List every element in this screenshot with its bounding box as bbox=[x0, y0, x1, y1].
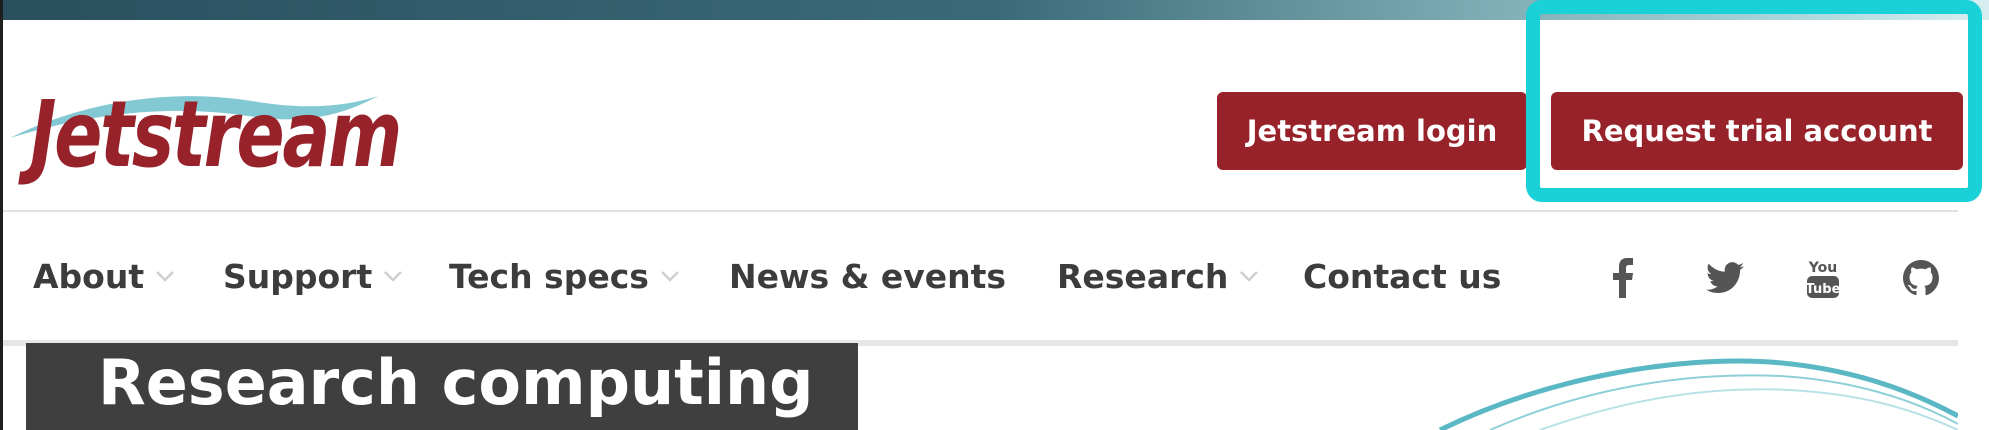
github-link[interactable] bbox=[1899, 256, 1943, 300]
svg-text:Tube: Tube bbox=[1806, 282, 1841, 297]
facebook-link[interactable] bbox=[1601, 256, 1645, 300]
hero-wave-graphic bbox=[1438, 358, 1958, 430]
svg-text:You: You bbox=[1808, 260, 1837, 276]
chevron-down-icon bbox=[1240, 271, 1259, 282]
nav-item-label: Tech specs bbox=[449, 256, 649, 296]
nav-item-label: Support bbox=[223, 256, 373, 296]
nav-item-support[interactable]: Support bbox=[223, 256, 404, 296]
nav-item-research[interactable]: Research bbox=[1057, 256, 1260, 296]
twitter-link[interactable] bbox=[1703, 256, 1747, 300]
nav-item-about[interactable]: About bbox=[33, 256, 176, 296]
facebook-icon bbox=[1613, 258, 1633, 298]
main-nav: About Support Tech specs News & events R… bbox=[3, 212, 1958, 346]
request-trial-account-button[interactable]: Request trial account bbox=[1551, 92, 1963, 170]
youtube-icon: You Tube bbox=[1806, 260, 1841, 298]
github-icon bbox=[1903, 260, 1939, 296]
nav-item-label: About bbox=[33, 256, 145, 296]
nav-item-contact-us[interactable]: Contact us bbox=[1303, 256, 1501, 296]
nav-item-label: Research bbox=[1057, 256, 1229, 296]
hero-title: Research computing bbox=[98, 346, 814, 419]
chevron-down-icon bbox=[156, 271, 174, 282]
nav-item-label: Contact us bbox=[1303, 256, 1502, 296]
twitter-icon bbox=[1706, 262, 1744, 294]
chevron-down-icon bbox=[384, 271, 403, 282]
nav-item-news-events[interactable]: News & events bbox=[729, 256, 1006, 296]
nav-item-label: News & events bbox=[729, 256, 1007, 296]
youtube-link[interactable]: You Tube bbox=[1801, 256, 1845, 300]
chevron-down-icon bbox=[661, 271, 679, 282]
nav-item-tech-specs[interactable]: Tech specs bbox=[449, 256, 681, 296]
jetstream-logo[interactable]: Jetstream bbox=[8, 66, 408, 196]
site-header: Jetstream Jetstream login Request trial … bbox=[3, 20, 1963, 212]
logo-text: Jetstream bbox=[18, 81, 400, 188]
top-accent-bar bbox=[0, 0, 1989, 20]
window-left-edge bbox=[0, 0, 3, 430]
jetstream-login-button[interactable]: Jetstream login bbox=[1217, 92, 1527, 170]
